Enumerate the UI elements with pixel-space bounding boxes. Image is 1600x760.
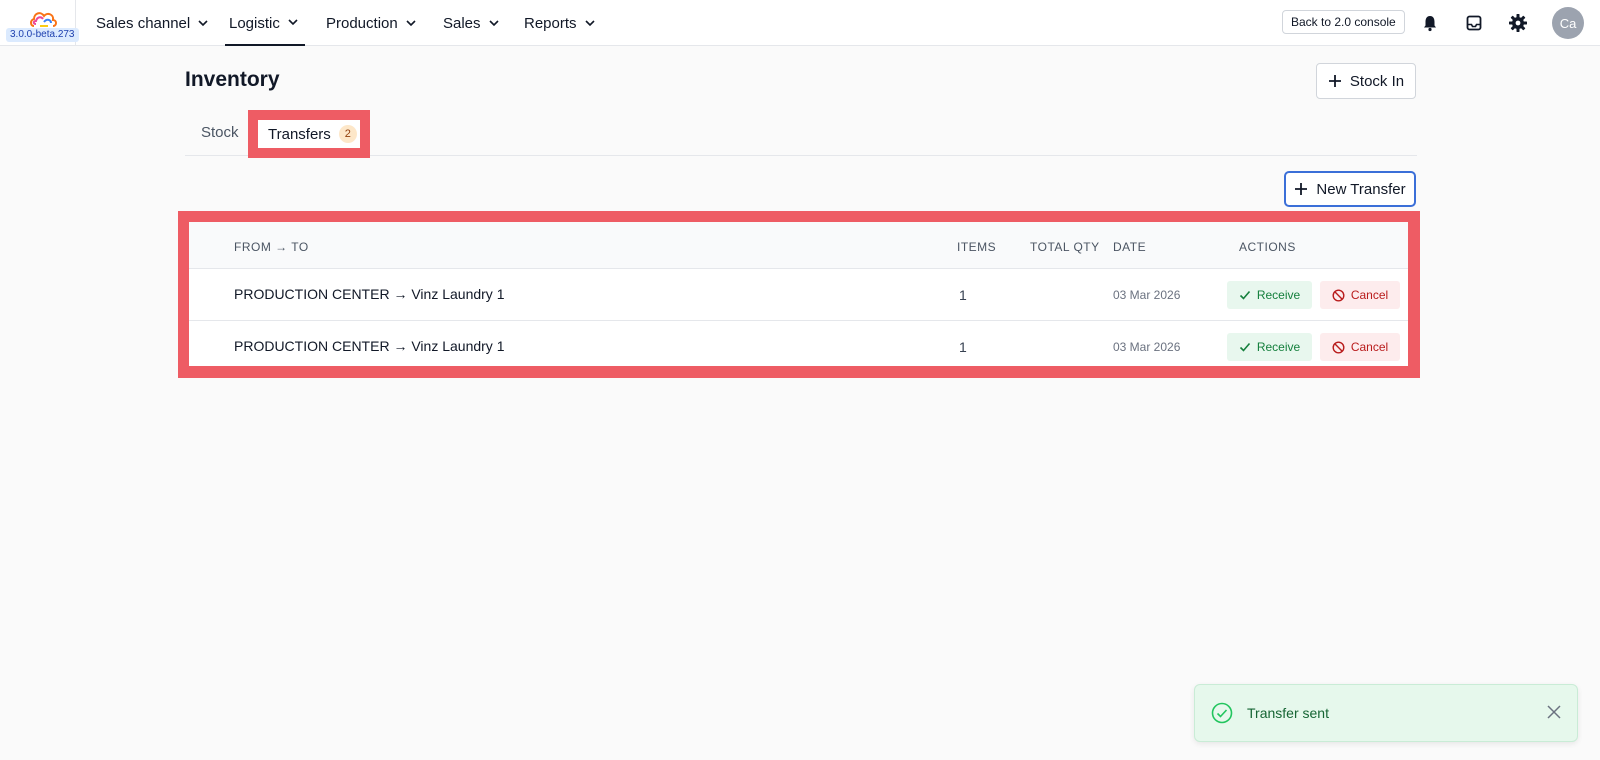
tab-count-badge: 2 bbox=[338, 125, 357, 143]
table-header: FROM → TO ITEMS TOTAL QTY DATE ACTIONS bbox=[189, 222, 1408, 269]
nav-label: Sales bbox=[443, 14, 481, 32]
inbox-icon[interactable] bbox=[1463, 12, 1485, 34]
back-to-console-button[interactable]: Back to 2.0 console bbox=[1282, 10, 1405, 34]
transfers-table: FROM → TO ITEMS TOTAL QTY DATE ACTIONS P… bbox=[189, 222, 1408, 366]
cancel-button[interactable]: Cancel bbox=[1320, 333, 1400, 361]
gear-icon[interactable] bbox=[1507, 12, 1529, 34]
ban-icon bbox=[1332, 288, 1345, 302]
plus-icon bbox=[1295, 183, 1308, 195]
route-cell: PRODUCTION CENTER → Vinz Laundry 1 bbox=[234, 338, 505, 354]
new-transfer-label: New Transfer bbox=[1316, 180, 1406, 198]
chevron-down-icon bbox=[584, 20, 595, 27]
logo-area[interactable]: 3.0.0-beta.273 bbox=[0, 0, 79, 46]
stock-in-button[interactable]: Stock In bbox=[1316, 63, 1416, 99]
nav-label: Logistic bbox=[229, 14, 280, 32]
cancel-label: Cancel bbox=[1350, 340, 1389, 354]
cancel-button[interactable]: Cancel bbox=[1320, 281, 1400, 309]
receive-button[interactable]: Receive bbox=[1227, 333, 1312, 361]
items-cell: 1 bbox=[959, 339, 967, 355]
tab-transfers[interactable]: Transfers 2 bbox=[258, 120, 360, 148]
nav-label: Reports bbox=[524, 14, 577, 32]
bell-icon[interactable] bbox=[1419, 12, 1441, 34]
tab-stock[interactable]: Stock bbox=[201, 124, 239, 141]
tab-transfers-label: Transfers bbox=[268, 125, 331, 143]
chevron-down-icon bbox=[406, 20, 416, 27]
nav-label: Sales channel bbox=[96, 14, 191, 32]
avatar[interactable]: Ca bbox=[1552, 7, 1584, 39]
nav-production[interactable]: Production bbox=[326, 0, 417, 46]
date-cell: 03 Mar 2026 bbox=[1113, 340, 1181, 354]
check-circle-icon bbox=[1211, 702, 1233, 724]
chevron-down-icon bbox=[198, 20, 208, 27]
receive-button[interactable]: Receive bbox=[1227, 281, 1312, 309]
close-icon[interactable] bbox=[1545, 703, 1563, 721]
chevron-down-icon bbox=[488, 20, 499, 27]
top-navbar: 3.0.0-beta.273 Sales channel Logistic Pr… bbox=[0, 0, 1600, 46]
toast-message: Transfer sent bbox=[1247, 705, 1329, 721]
cancel-label: Cancel bbox=[1350, 288, 1389, 302]
plus-icon bbox=[1328, 75, 1341, 87]
check-icon bbox=[1239, 342, 1250, 352]
receive-label: Receive bbox=[1256, 288, 1301, 302]
table-row: PRODUCTION CENTER → Vinz Laundry 1 1 5 0… bbox=[189, 269, 1408, 321]
nav-logistic[interactable]: Logistic bbox=[225, 0, 305, 46]
header-actions: ACTIONS bbox=[1239, 240, 1296, 254]
header-total-qty: TOTAL QTY bbox=[1030, 240, 1100, 254]
check-icon bbox=[1239, 290, 1250, 300]
nav-label: Production bbox=[326, 14, 398, 32]
table-row: PRODUCTION CENTER → Vinz Laundry 1 1 15 … bbox=[189, 321, 1408, 373]
items-cell: 1 bbox=[959, 287, 967, 303]
success-toast: Transfer sent bbox=[1194, 684, 1578, 742]
header-date: DATE bbox=[1113, 240, 1147, 254]
version-badge: 3.0.0-beta.273 bbox=[6, 28, 79, 42]
nav-sales-channel[interactable]: Sales channel bbox=[96, 0, 209, 46]
date-cell: 03 Mar 2026 bbox=[1113, 288, 1181, 302]
cloud-logo-icon bbox=[30, 12, 57, 27]
route-cell: PRODUCTION CENTER → Vinz Laundry 1 bbox=[234, 286, 505, 302]
ban-icon bbox=[1332, 340, 1345, 354]
page-title: Inventory bbox=[185, 68, 280, 91]
chevron-down-icon bbox=[288, 19, 298, 26]
new-transfer-button[interactable]: New Transfer bbox=[1284, 171, 1416, 207]
nav-sales[interactable]: Sales bbox=[443, 0, 500, 46]
receive-label: Receive bbox=[1256, 340, 1301, 354]
stock-in-label: Stock In bbox=[1349, 72, 1405, 90]
nav-reports[interactable]: Reports bbox=[524, 0, 596, 46]
header-route: FROM → TO bbox=[234, 240, 309, 254]
header-items: ITEMS bbox=[957, 240, 997, 254]
